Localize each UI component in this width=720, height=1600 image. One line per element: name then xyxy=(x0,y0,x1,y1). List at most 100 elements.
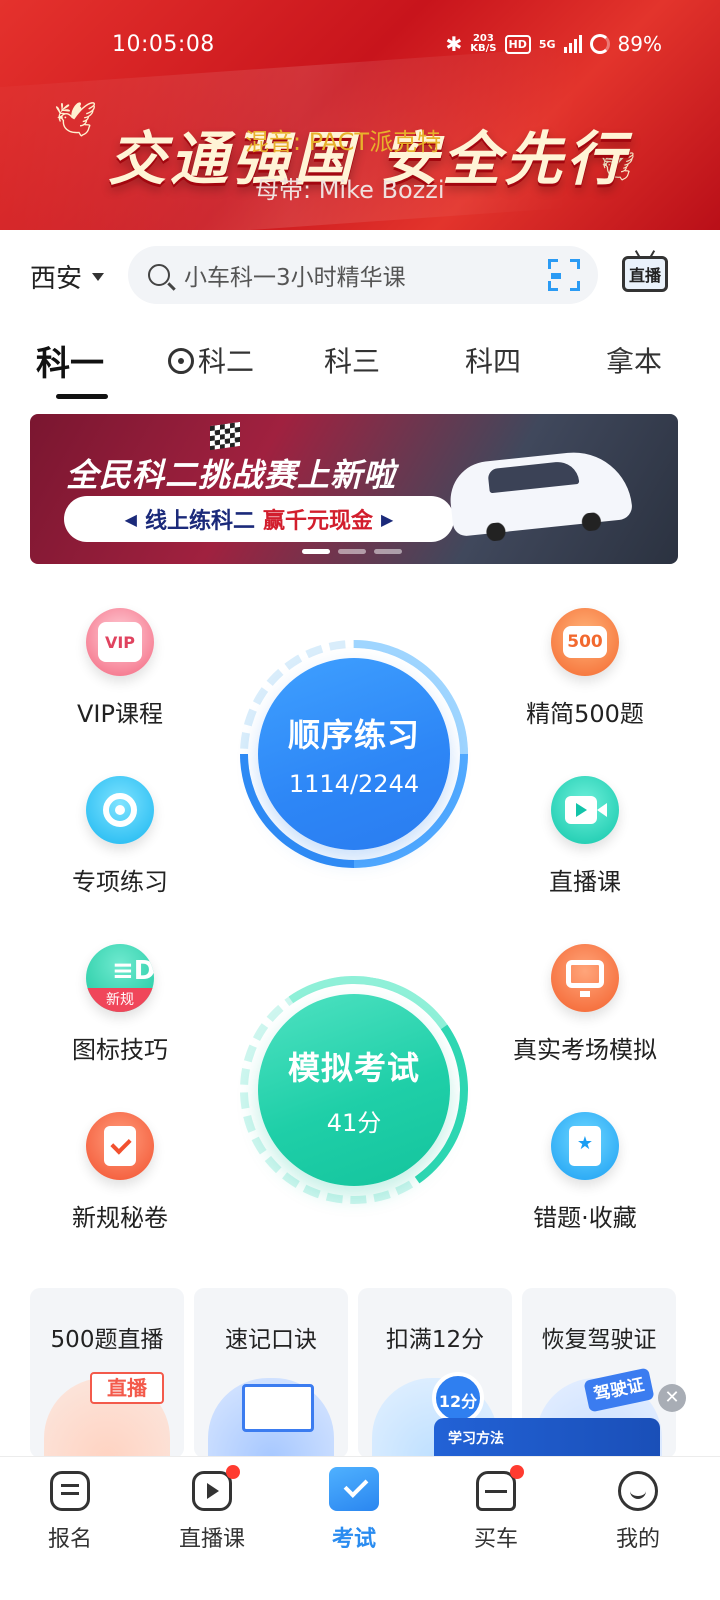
tab-label: 拿本 xyxy=(606,345,663,378)
car-image xyxy=(446,446,634,538)
tab-label: 科二 xyxy=(198,345,255,378)
city-name: 西安 xyxy=(30,264,83,294)
sign-tips-entry[interactable]: ≡D 新规 图标技巧 xyxy=(35,944,205,1065)
nav-live[interactable]: 直播课 xyxy=(152,1465,272,1553)
tab-subject-3[interactable]: 科三 xyxy=(324,340,380,380)
sequential-practice-title: 顺序练习 xyxy=(287,716,420,754)
tv-play-icon xyxy=(192,1471,232,1511)
wrong-favorites-entry[interactable]: ★ 错题·收藏 xyxy=(500,1112,670,1233)
tab-get-license[interactable]: 拿本 xyxy=(606,340,662,380)
scan-icon[interactable] xyxy=(548,259,580,291)
search-bar[interactable]: 小车科一3小时精华课 xyxy=(128,246,598,304)
promo-title: 全民科二挑战赛上新啦 xyxy=(66,456,397,494)
nav-register[interactable]: 报名 xyxy=(10,1471,130,1553)
sequential-practice-core: 顺序练习 1114/2244 xyxy=(258,658,450,850)
net-speed: 203 KB/S xyxy=(470,34,496,54)
hd-icon: HD xyxy=(504,34,531,54)
exam-folder-icon xyxy=(329,1467,379,1511)
close-icon[interactable]: ✕ xyxy=(658,1384,686,1412)
mock-exam-button[interactable]: 模拟考试 41分 xyxy=(221,957,487,1223)
document-icon xyxy=(242,1384,314,1432)
tab-indicator xyxy=(56,394,108,399)
dove-icon: 🕊 xyxy=(54,100,98,140)
new-rule-tag: 新规 xyxy=(86,988,154,1012)
subject-tabs: 科一 科二 科三 科四 拿本 xyxy=(0,336,720,399)
tab-label: 科三 xyxy=(324,345,381,378)
video-icon xyxy=(551,776,619,844)
secret-paper-entry[interactable]: 新规秘卷 xyxy=(35,1112,205,1233)
tab-label: 科一 xyxy=(36,344,104,384)
live-course-entry[interactable]: 直播课 xyxy=(500,776,670,897)
tab-subject-4[interactable]: 科四 xyxy=(465,340,521,380)
floating-video-title: 学习方法 xyxy=(448,1431,504,1447)
card-title: 500题直播 xyxy=(50,1327,164,1353)
battery-level: 89% xyxy=(617,32,662,56)
battery-icon xyxy=(589,34,610,54)
credit-mix: 混音: PACT派克特 xyxy=(245,128,442,156)
traffic-sign-icon: ≡D 新规 xyxy=(86,944,154,1012)
card-title: 速记口诀 xyxy=(225,1327,317,1353)
status-icons: ✱ 203 KB/S HD 5G 89% xyxy=(446,32,662,56)
real-exam-label: 真实考场模拟 xyxy=(513,1036,657,1064)
real-exam-entry[interactable]: 真实考场模拟 xyxy=(500,944,670,1065)
nav-label: 考试 xyxy=(331,1527,376,1552)
nav-exam[interactable]: 考试 xyxy=(294,1467,414,1553)
star-bookmark-icon: ★ xyxy=(551,1112,619,1180)
nav-buy-car[interactable]: 买车 xyxy=(436,1465,556,1553)
promo-pill-left: 线上练科二 xyxy=(144,509,255,534)
nav-label: 报名 xyxy=(47,1527,92,1552)
status-time: 10:05:08 xyxy=(112,32,215,57)
tab-subject-1[interactable]: 科一 xyxy=(36,336,108,399)
bottom-nav: 报名 直播课 考试 买车 我的 xyxy=(0,1456,720,1600)
notification-dot xyxy=(510,1465,524,1479)
select-500-entry[interactable]: 500 精简500题 xyxy=(500,608,670,729)
header-banner: 10:05:08 ✱ 203 KB/S HD 5G 89% 🕊 🕊 交通强国 安… xyxy=(0,0,720,230)
car-icon xyxy=(476,1471,516,1511)
clipboard-check-icon xyxy=(86,1112,154,1180)
vip-icon-text: VIP xyxy=(98,622,142,662)
promo-pill-right: 赢千元现金 xyxy=(263,509,374,534)
mock-exam-title: 模拟考试 xyxy=(287,1048,420,1087)
live-tv-button[interactable]: 直播 xyxy=(622,256,668,292)
sign-tips-label: 图标技巧 xyxy=(72,1036,168,1064)
caret-down-icon xyxy=(92,272,105,281)
target-icon xyxy=(86,776,154,844)
nav-label: 直播课 xyxy=(178,1527,245,1552)
live-course-label: 直播课 xyxy=(549,868,621,896)
status-bar: 10:05:08 ✱ 203 KB/S HD 5G 89% xyxy=(0,30,720,62)
card-500-live[interactable]: 500题直播 直播 xyxy=(30,1288,184,1458)
wrong-favorites-label: 错题·收藏 xyxy=(533,1204,637,1232)
vip-course-entry[interactable]: VIP VIP课程 xyxy=(35,608,205,729)
sequential-practice-button[interactable]: 顺序练习 1114/2244 xyxy=(192,592,516,916)
smile-icon xyxy=(618,1471,658,1511)
special-practice-label: 专项练习 xyxy=(72,868,168,896)
monitor-icon xyxy=(551,944,619,1012)
search-icon xyxy=(148,264,170,286)
arrow-left-icon: ◀ xyxy=(124,509,137,529)
city-selector[interactable]: 西安 xyxy=(30,258,105,295)
search-placeholder: 小车科一3小时精华课 xyxy=(184,265,406,291)
vip-course-label: VIP课程 xyxy=(77,700,163,728)
promo-pill: ◀ 线上练科二 赢千元现金 ▶ xyxy=(64,496,454,542)
nav-me[interactable]: 我的 xyxy=(578,1471,698,1553)
nav-label: 我的 xyxy=(615,1527,660,1552)
steering-wheel-icon xyxy=(168,348,194,374)
special-practice-entry[interactable]: 专项练习 xyxy=(35,776,205,897)
card-title: 恢复驾驶证 xyxy=(541,1327,657,1353)
select-500-label: 精简500题 xyxy=(526,700,644,728)
promo-banner[interactable]: 全民科二挑战赛上新啦 ◀ 线上练科二 赢千元现金 ▶ xyxy=(30,414,678,564)
notification-dot xyxy=(226,1465,240,1479)
tab-subject-2[interactable]: 科二 xyxy=(168,340,254,380)
vip-icon: VIP xyxy=(86,608,154,676)
search-row: 西安 小车科一3小时精华课 直播 xyxy=(0,246,720,306)
register-icon xyxy=(50,1471,90,1511)
carousel-dots xyxy=(302,549,402,554)
live-badge: 直播 xyxy=(90,1372,164,1404)
signal-icon xyxy=(563,35,582,53)
tab-label: 科四 xyxy=(465,345,522,378)
500-icon: 500 xyxy=(551,608,619,676)
bluetooth-icon: ✱ xyxy=(445,32,463,56)
network-type: 5G xyxy=(538,37,556,51)
secret-paper-label: 新规秘卷 xyxy=(72,1204,168,1232)
card-mnemonic[interactable]: 速记口诀 xyxy=(194,1288,348,1458)
